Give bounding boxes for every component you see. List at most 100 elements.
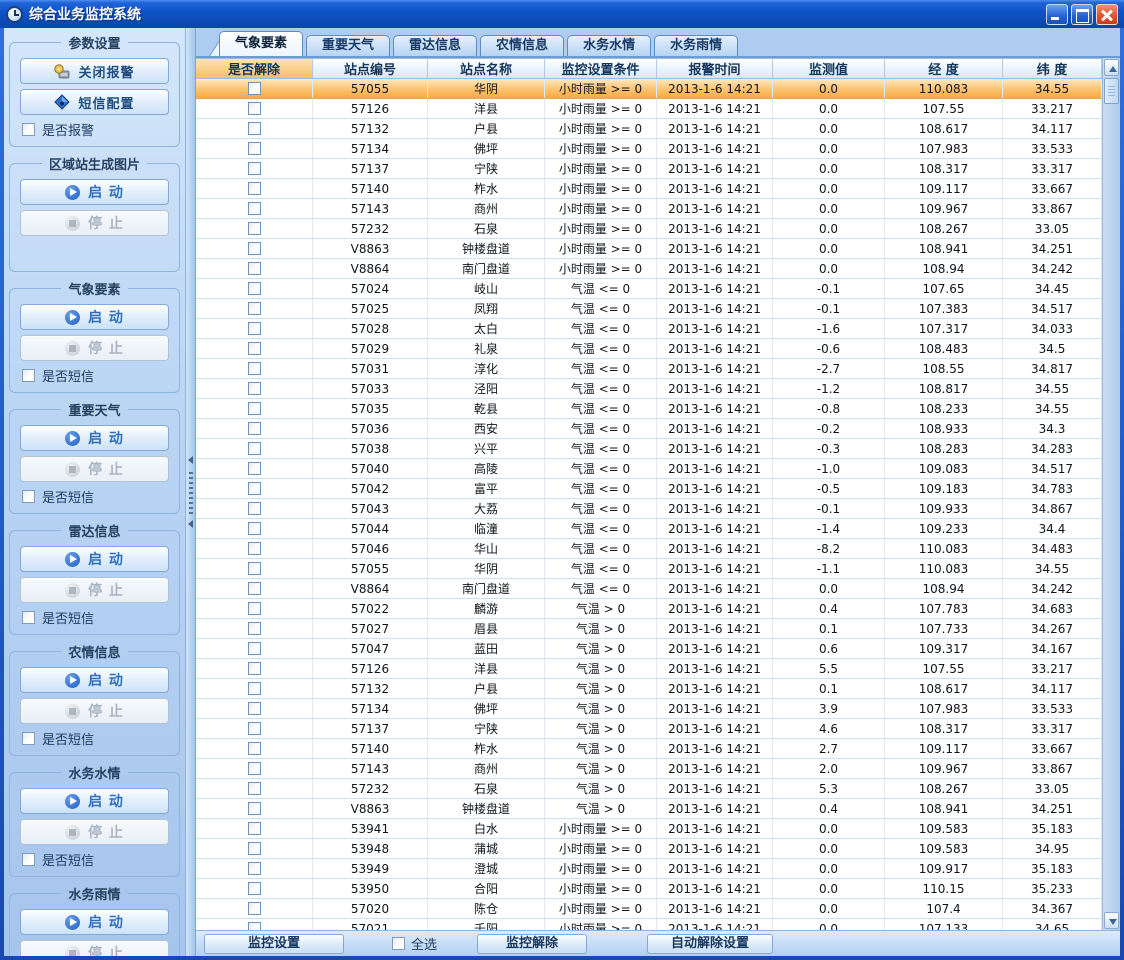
row-release-checkbox[interactable] <box>248 862 261 875</box>
row-release-checkbox[interactable] <box>248 462 261 475</box>
table-row[interactable]: 57140柞水小时雨量 >= 02013-1-6 14:210.0109.117… <box>196 179 1102 199</box>
row-release-checkbox[interactable] <box>248 742 261 755</box>
table-row[interactable]: 57132户县小时雨量 >= 02013-1-6 14:210.0108.617… <box>196 119 1102 139</box>
table-row[interactable]: 57020陈仓小时雨量 >= 02013-1-6 14:210.0107.434… <box>196 899 1102 919</box>
row-release-checkbox[interactable] <box>248 542 261 555</box>
row-release-checkbox[interactable] <box>248 782 261 795</box>
row-release-checkbox[interactable] <box>248 802 261 815</box>
row-release-checkbox[interactable] <box>248 702 261 715</box>
table-row[interactable]: 57024岐山气温 <= 02013-1-6 14:21-0.1107.6534… <box>196 279 1102 299</box>
row-release-checkbox[interactable] <box>248 302 261 315</box>
start-button[interactable]: 启 动 <box>20 304 169 330</box>
row-release-checkbox[interactable] <box>248 622 261 635</box>
tab-重要天气[interactable]: 重要天气 <box>306 35 390 56</box>
table-row[interactable]: 57055华阴气温 <= 02013-1-6 14:21-1.1110.0833… <box>196 559 1102 579</box>
table-row[interactable]: 57027眉县气温 > 02013-1-6 14:210.1107.73334.… <box>196 619 1102 639</box>
table-row[interactable]: 57055华阴小时雨量 >= 02013-1-6 14:210.0110.083… <box>196 79 1102 99</box>
sidebar-splitter[interactable] <box>186 28 196 956</box>
tab-水务雨情[interactable]: 水务雨情 <box>654 35 738 56</box>
table-row[interactable]: 57143商州小时雨量 >= 02013-1-6 14:210.0109.967… <box>196 199 1102 219</box>
table-row[interactable]: 57044临潼气温 <= 02013-1-6 14:21-1.4109.2333… <box>196 519 1102 539</box>
table-row[interactable]: 57022麟游气温 > 02013-1-6 14:210.4107.78334.… <box>196 599 1102 619</box>
table-row[interactable]: 53941白水小时雨量 >= 02013-1-6 14:210.0109.583… <box>196 819 1102 839</box>
tab-农情信息[interactable]: 农情信息 <box>480 35 564 56</box>
table-row[interactable]: 57038兴平气温 <= 02013-1-6 14:21-0.3108.2833… <box>196 439 1102 459</box>
stop-button[interactable]: 停 止 <box>20 940 169 956</box>
row-release-checkbox[interactable] <box>248 842 261 855</box>
column-header-站点编号[interactable]: 站点编号 <box>313 59 428 78</box>
row-release-checkbox[interactable] <box>248 222 261 235</box>
row-release-checkbox[interactable] <box>248 682 261 695</box>
column-header-监控设置条件[interactable]: 监控设置条件 <box>545 59 657 78</box>
row-release-checkbox[interactable] <box>248 822 261 835</box>
table-row[interactable]: 57232石泉小时雨量 >= 02013-1-6 14:210.0108.267… <box>196 219 1102 239</box>
table-row[interactable]: 57036西安气温 <= 02013-1-6 14:21-0.2108.9333… <box>196 419 1102 439</box>
start-button[interactable]: 启 动 <box>20 179 169 205</box>
monitor-release-button[interactable]: 监控解除 <box>477 934 587 954</box>
table-row[interactable]: 57025凤翔气温 <= 02013-1-6 14:21-0.1107.3833… <box>196 299 1102 319</box>
table-row[interactable]: 57046华山气温 <= 02013-1-6 14:21-8.2110.0833… <box>196 539 1102 559</box>
tab-气象要素[interactable]: 气象要素 <box>219 31 303 56</box>
start-button[interactable]: 启 动 <box>20 909 169 935</box>
sms-checkbox[interactable] <box>22 369 35 382</box>
collapse-left-icon[interactable] <box>188 456 193 464</box>
table-row[interactable]: 57040高陵气温 <= 02013-1-6 14:21-1.0109.0833… <box>196 459 1102 479</box>
table-row[interactable]: 57126洋县小时雨量 >= 02013-1-6 14:210.0107.553… <box>196 99 1102 119</box>
column-header-纬 度[interactable]: 纬 度 <box>1003 59 1102 78</box>
row-release-checkbox[interactable] <box>248 102 261 115</box>
table-row[interactable]: 57029礼泉气温 <= 02013-1-6 14:21-0.6108.4833… <box>196 339 1102 359</box>
maximize-button[interactable] <box>1071 4 1093 25</box>
stop-button[interactable]: 停 止 <box>20 819 169 845</box>
column-header-是否解除[interactable]: 是否解除 <box>196 59 313 78</box>
start-button[interactable]: 启 动 <box>20 425 169 451</box>
table-row[interactable]: 57042富平气温 <= 02013-1-6 14:21-0.5109.1833… <box>196 479 1102 499</box>
column-header-站点名称[interactable]: 站点名称 <box>428 59 545 78</box>
table-row[interactable]: 53950合阳小时雨量 >= 02013-1-6 14:210.0110.153… <box>196 879 1102 899</box>
row-release-checkbox[interactable] <box>248 82 261 95</box>
column-header-报警时间[interactable]: 报警时间 <box>657 59 773 78</box>
scrollbar-thumb[interactable] <box>1104 78 1119 104</box>
row-release-checkbox[interactable] <box>248 262 261 275</box>
close-button[interactable] <box>1096 4 1118 25</box>
row-release-checkbox[interactable] <box>248 122 261 135</box>
table-row[interactable]: V8863钟楼盘道气温 > 02013-1-6 14:210.4108.9413… <box>196 799 1102 819</box>
scroll-up-icon[interactable] <box>1104 59 1119 76</box>
stop-button[interactable]: 停 止 <box>20 335 169 361</box>
row-release-checkbox[interactable] <box>248 882 261 895</box>
sms-checkbox[interactable] <box>22 732 35 745</box>
row-release-checkbox[interactable] <box>248 662 261 675</box>
row-release-checkbox[interactable] <box>248 402 261 415</box>
row-release-checkbox[interactable] <box>248 522 261 535</box>
monitor-settings-button[interactable]: 监控设置 <box>204 934 344 954</box>
start-button[interactable]: 启 动 <box>20 546 169 572</box>
row-release-checkbox[interactable] <box>248 342 261 355</box>
column-header-经 度[interactable]: 经 度 <box>885 59 1003 78</box>
row-release-checkbox[interactable] <box>248 602 261 615</box>
table-row[interactable]: 57137宁陕小时雨量 >= 02013-1-6 14:210.0108.317… <box>196 159 1102 179</box>
table-row[interactable]: V8864南门盘道小时雨量 >= 02013-1-6 14:210.0108.9… <box>196 259 1102 279</box>
table-row[interactable]: V8864南门盘道气温 <= 02013-1-6 14:210.0108.943… <box>196 579 1102 599</box>
row-release-checkbox[interactable] <box>248 202 261 215</box>
table-row[interactable]: 57232石泉气温 > 02013-1-6 14:215.3108.26733.… <box>196 779 1102 799</box>
table-row[interactable]: V8863钟楼盘道小时雨量 >= 02013-1-6 14:210.0108.9… <box>196 239 1102 259</box>
vertical-scrollbar[interactable] <box>1102 58 1120 930</box>
row-release-checkbox[interactable] <box>248 922 261 930</box>
close-alarm-button[interactable]: 关闭报警 <box>20 58 169 84</box>
row-release-checkbox[interactable] <box>248 242 261 255</box>
row-release-checkbox[interactable] <box>248 902 261 915</box>
row-release-checkbox[interactable] <box>248 382 261 395</box>
auto-release-settings-button[interactable]: 自动解除设置 <box>647 934 773 954</box>
sms-config-button[interactable]: 短信配置 <box>20 89 169 115</box>
scroll-down-icon[interactable] <box>1104 912 1119 929</box>
row-release-checkbox[interactable] <box>248 502 261 515</box>
table-row[interactable]: 57143商州气温 > 02013-1-6 14:212.0109.96733.… <box>196 759 1102 779</box>
splitter-grip[interactable] <box>189 472 193 514</box>
table-row[interactable]: 57134佛坪气温 > 02013-1-6 14:213.9107.98333.… <box>196 699 1102 719</box>
table-row[interactable]: 57021千阳小时雨量 >= 02013-1-6 14:210.0107.133… <box>196 919 1102 930</box>
stop-button[interactable]: 停 止 <box>20 456 169 482</box>
row-release-checkbox[interactable] <box>248 722 261 735</box>
minimize-button[interactable] <box>1046 4 1068 25</box>
table-row[interactable]: 57140柞水气温 > 02013-1-6 14:212.7109.11733.… <box>196 739 1102 759</box>
row-release-checkbox[interactable] <box>248 142 261 155</box>
row-release-checkbox[interactable] <box>248 642 261 655</box>
